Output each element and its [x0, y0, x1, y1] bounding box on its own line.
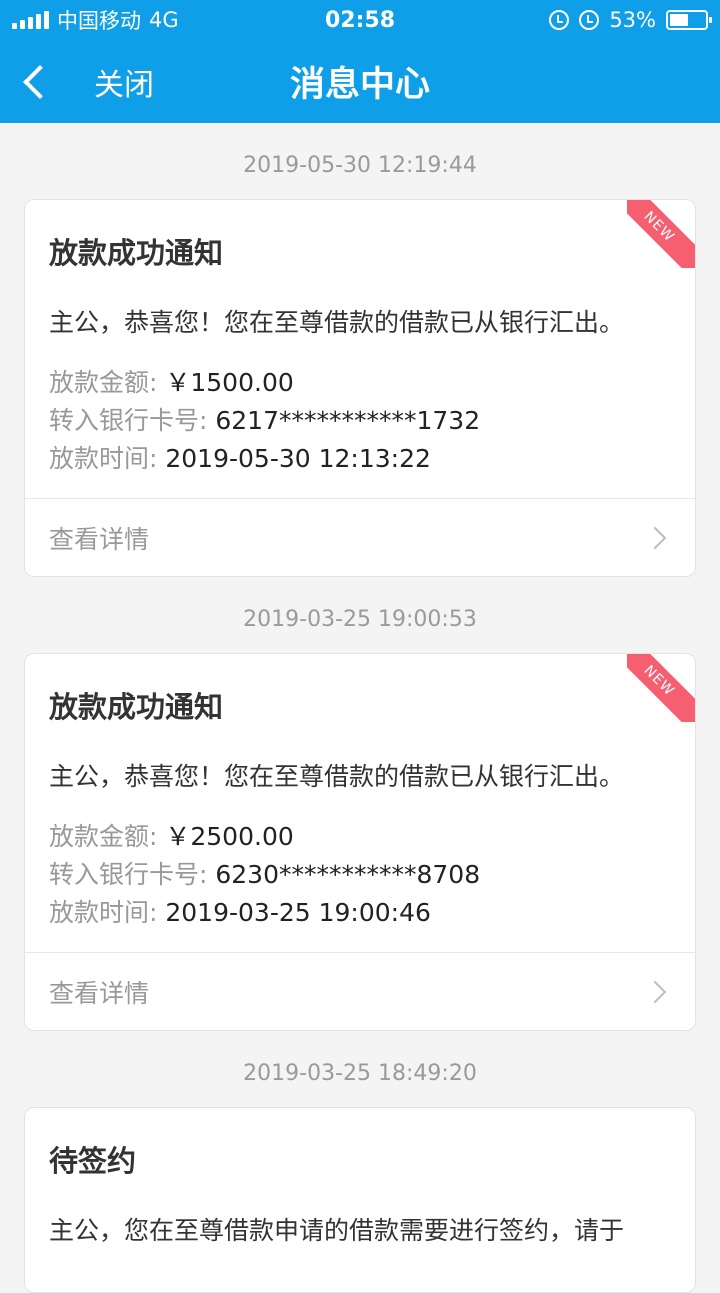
- message-timestamp: 2019-03-25 19:00:53: [243, 607, 477, 632]
- detail-label: 转入银行卡号:: [49, 860, 216, 889]
- detail-row: 放款金额: ￥2500.00: [49, 818, 671, 856]
- detail-row: 放款金额: ￥1500.00: [49, 364, 671, 402]
- detail-label: 转入银行卡号:: [49, 406, 216, 435]
- detail-label: 放款时间:: [49, 898, 166, 927]
- detail-label: 放款时间:: [49, 444, 166, 473]
- message-timestamp: 2019-03-25 18:49:20: [243, 1061, 477, 1086]
- view-details-button[interactable]: 查看详情: [25, 498, 695, 576]
- message-timestamp: 2019-05-30 12:19:44: [243, 153, 477, 178]
- top-bar: 中国移动 4G 02:58 53% 关闭 消息中心: [0, 0, 720, 123]
- card-body: 待签约 主公，您在至尊借款申请的借款需要进行签约，请于: [25, 1108, 695, 1292]
- new-ribbon: NEW: [627, 200, 695, 268]
- card-title: 放款成功通知: [49, 690, 224, 724]
- new-badge: NEW: [627, 200, 695, 268]
- detail-value: 2019-05-30 12:13:22: [165, 444, 431, 473]
- detail-value: 2019-03-25 19:00:46: [165, 898, 431, 927]
- detail-row: 放款时间: 2019-03-25 19:00:46: [49, 894, 671, 932]
- card-text: 主公，您在至尊借款申请的借款需要进行签约，请于: [49, 1216, 625, 1245]
- card-text: 主公，恭喜您！您在至尊借款的借款已从银行汇出。: [49, 762, 625, 791]
- carrier-label: 中国移动: [57, 9, 141, 33]
- status-left: 中国移动 4G: [12, 5, 179, 35]
- detail-row: 放款时间: 2019-05-30 12:13:22: [49, 440, 671, 478]
- detail-row: 转入银行卡号: 6230***********8708: [49, 856, 671, 894]
- message-card[interactable]: 待签约 主公，您在至尊借款申请的借款需要进行签约，请于: [24, 1107, 696, 1293]
- signal-icon: [12, 11, 49, 29]
- new-badge: NEW: [627, 654, 695, 722]
- view-details-label: 查看详情: [49, 978, 150, 1008]
- detail-row: 转入银行卡号: 6217***********1732: [49, 402, 671, 440]
- nav-bar: 关闭 消息中心: [0, 40, 720, 123]
- detail-value: 6230***********8708: [215, 860, 481, 889]
- detail-value: ￥2500.00: [165, 822, 294, 851]
- detail-value: 6217***********1732: [215, 406, 481, 435]
- back-label: 关闭: [94, 67, 154, 103]
- view-details-button[interactable]: 查看详情: [25, 952, 695, 1030]
- rotation-lock-icon: [549, 10, 570, 30]
- chevron-left-icon: [23, 64, 57, 99]
- chevron-right-icon: [643, 526, 667, 549]
- card-text: 主公，恭喜您！您在至尊借款的借款已从银行汇出。: [49, 308, 625, 337]
- detail-value: ￥1500.00: [165, 368, 294, 397]
- message-card[interactable]: NEW 放款成功通知 主公，恭喜您！您在至尊借款的借款已从银行汇出。 放款金额:…: [24, 199, 696, 577]
- status-bar: 中国移动 4G 02:58 53%: [0, 0, 720, 40]
- new-ribbon: NEW: [627, 654, 695, 722]
- status-right: 53%: [549, 8, 712, 32]
- message-feed: 2019-05-30 12:19:44 NEW 放款成功通知 主公，恭喜您！您在…: [0, 123, 720, 1293]
- alarm-icon: [579, 10, 600, 30]
- network-label: 4G: [149, 8, 179, 32]
- battery-percent: 53%: [609, 8, 656, 32]
- message-card[interactable]: NEW 放款成功通知 主公，恭喜您！您在至尊借款的借款已从银行汇出。 放款金额:…: [24, 653, 696, 1031]
- chevron-right-icon: [643, 980, 667, 1003]
- view-details-label: 查看详情: [49, 524, 150, 554]
- detail-label: 放款金额:: [49, 368, 166, 397]
- card-body: 放款成功通知 主公，恭喜您！您在至尊借款的借款已从银行汇出。 放款金额: ￥15…: [25, 200, 695, 498]
- card-title: 待签约: [49, 1144, 137, 1178]
- battery-icon: [666, 10, 712, 30]
- card-body: 放款成功通知 主公，恭喜您！您在至尊借款的借款已从银行汇出。 放款金额: ￥25…: [25, 654, 695, 952]
- battery-level: [670, 14, 689, 26]
- detail-label: 放款金额:: [49, 822, 166, 851]
- back-button[interactable]: 关闭: [0, 60, 154, 104]
- card-title: 放款成功通知: [49, 236, 224, 270]
